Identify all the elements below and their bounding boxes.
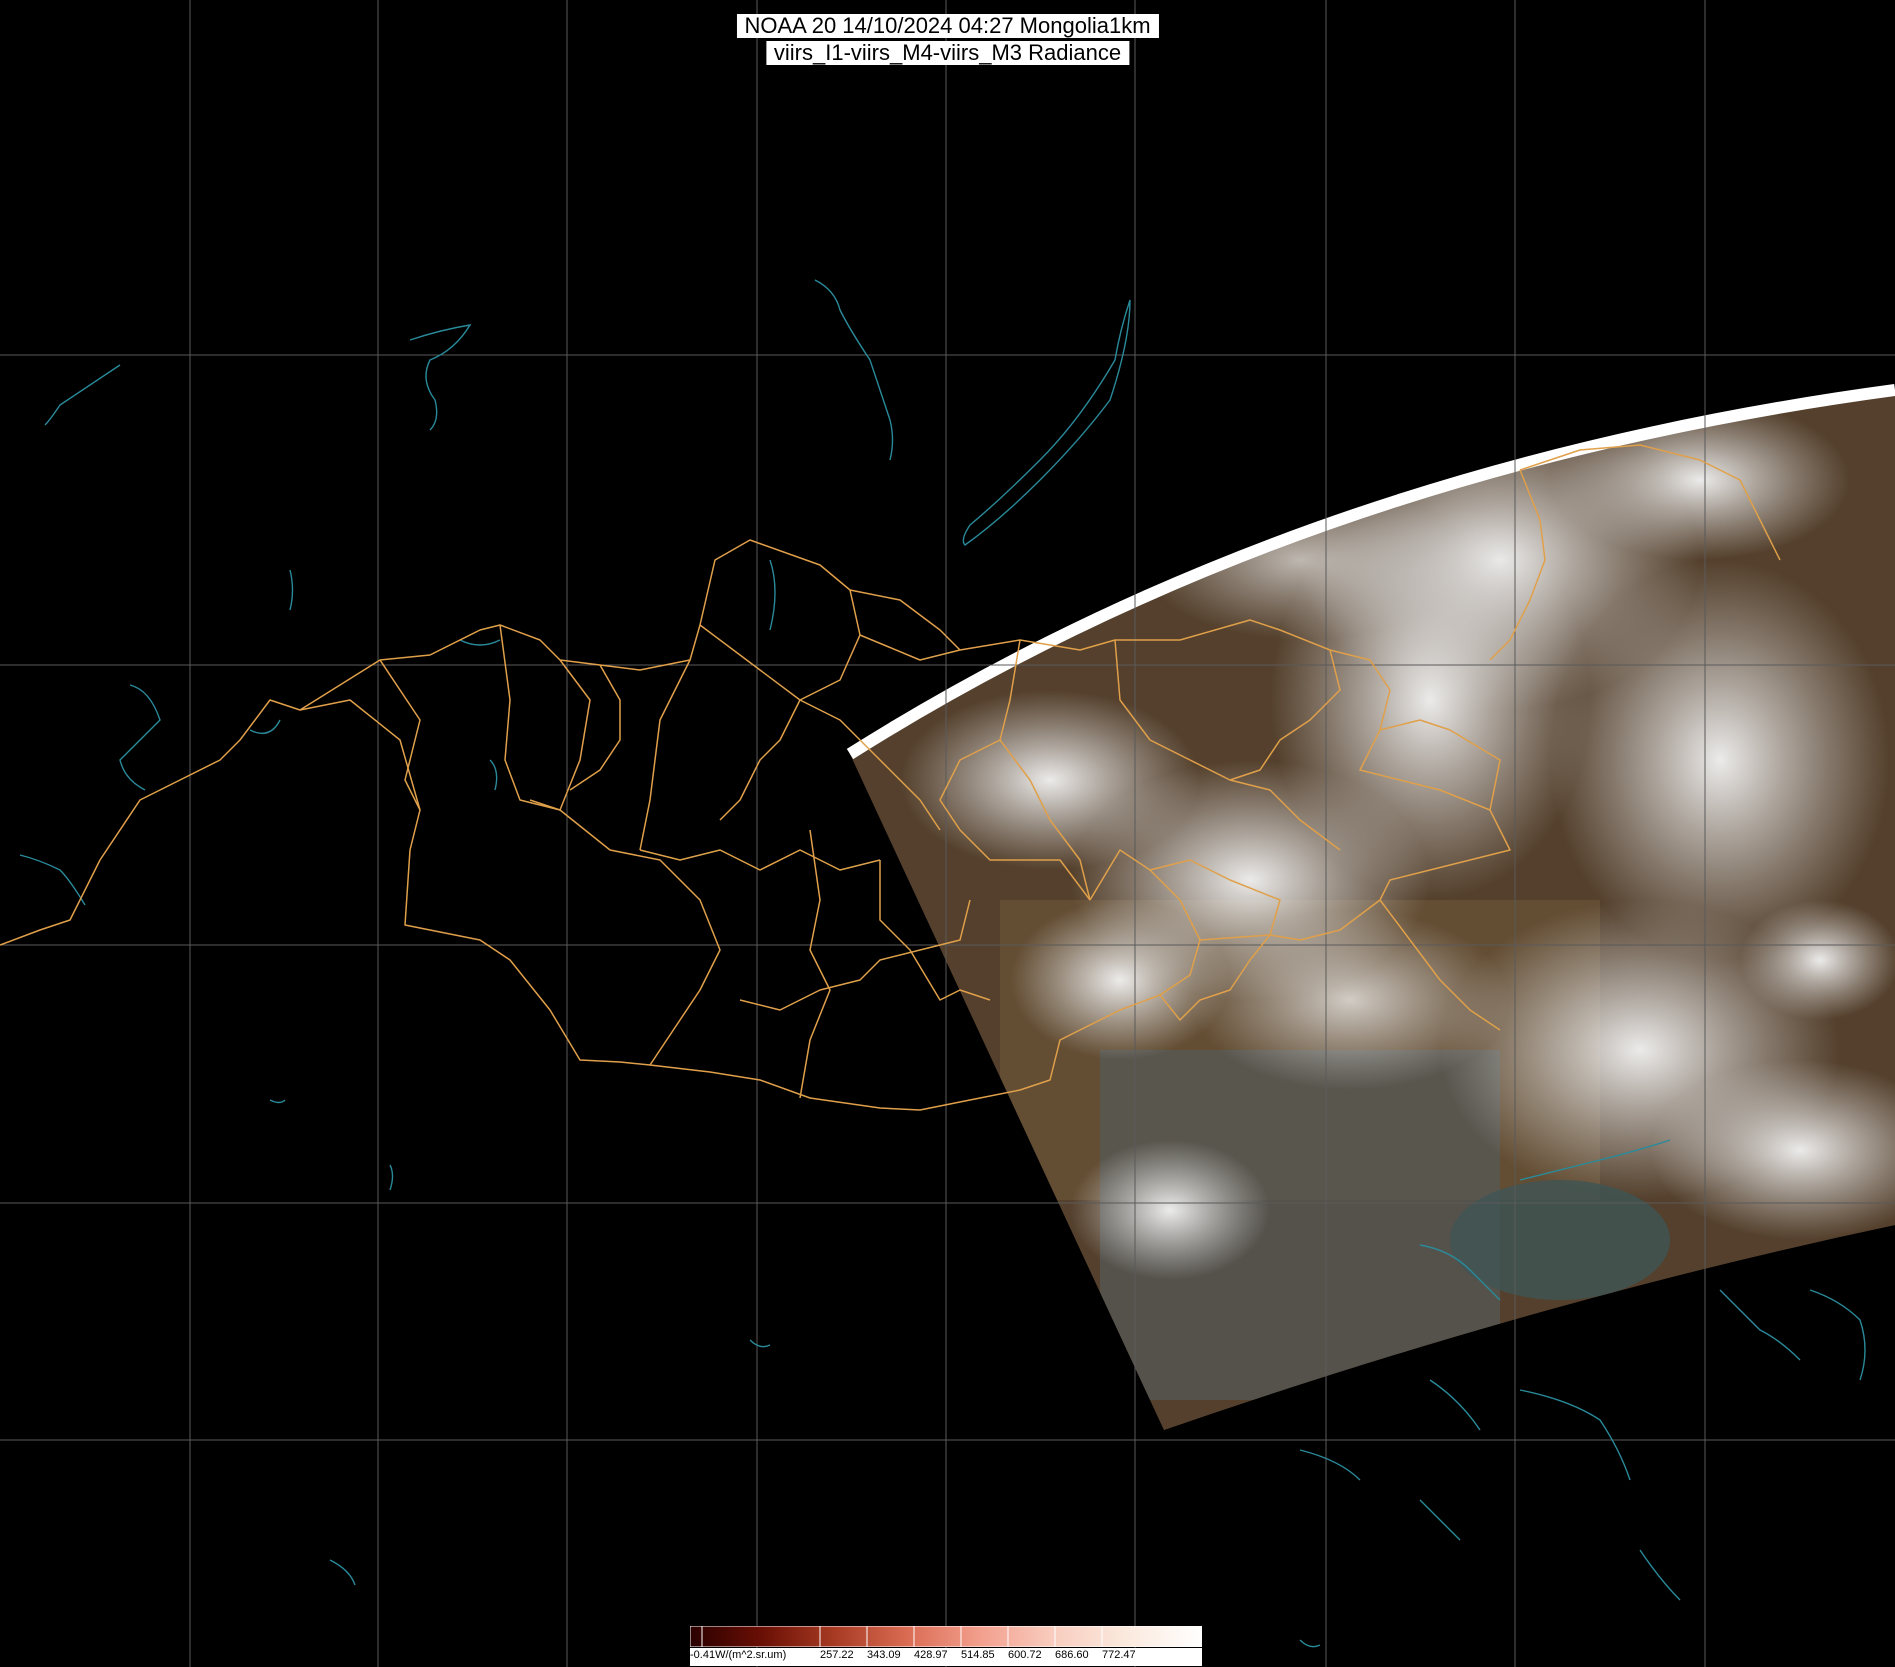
colorbar-label-5: 600.72 xyxy=(1008,1649,1042,1661)
colorbar-gradient xyxy=(690,1626,1202,1647)
satellite-map[interactable] xyxy=(0,0,1895,1667)
colorbar-label-0: -0.41W/(m^2.sr.um) xyxy=(690,1649,787,1661)
colorbar-label-4: 514.85 xyxy=(961,1649,995,1661)
colorbar-label-3: 428.97 xyxy=(914,1649,948,1661)
satellite-swath xyxy=(846,384,1895,1430)
map-subtitle: viirs_I1-viirs_M4-viirs_M3 Radiance xyxy=(765,41,1130,65)
map-title: NOAA 20 14/10/2024 04:27 Mongolia1km xyxy=(736,14,1159,38)
colorbar-legend: -0.41W/(m^2.sr.um) 257.22 343.09 428.97 … xyxy=(690,1626,1202,1667)
colorbar-label-6: 686.60 xyxy=(1055,1649,1089,1661)
colorbar-label-2: 343.09 xyxy=(867,1649,901,1661)
colorbar-label-1: 257.22 xyxy=(820,1649,854,1661)
colorbar-labels: -0.41W/(m^2.sr.um) 257.22 343.09 428.97 … xyxy=(690,1648,1202,1666)
colorbar-label-7: 772.47 xyxy=(1102,1649,1136,1661)
